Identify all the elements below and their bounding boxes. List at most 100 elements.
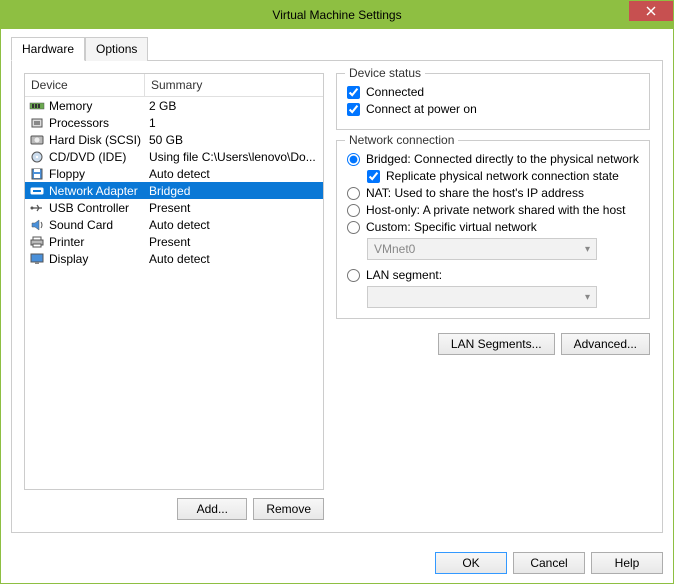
device-cell: Hard Disk (SCSI) [25, 133, 145, 147]
device-summary: Auto detect [145, 167, 323, 181]
cd-icon [29, 151, 45, 163]
titlebar: Virtual Machine Settings [1, 1, 673, 29]
device-cell: USB Controller [25, 201, 145, 215]
device-row[interactable]: Display Auto detect [25, 250, 323, 267]
disk-icon [29, 134, 45, 146]
col-header-summary[interactable]: Summary [145, 74, 323, 96]
custom-radio[interactable] [347, 221, 360, 234]
col-header-device[interactable]: Device [25, 74, 145, 96]
network-buttons: LAN Segments... Advanced... [336, 333, 650, 355]
device-summary: 1 [145, 116, 323, 130]
tab-strip: Hardware Options [11, 37, 663, 61]
device-cell: Printer [25, 235, 145, 249]
memory-icon [29, 100, 45, 112]
chevron-down-icon: ▾ [585, 244, 590, 255]
device-name: Hard Disk (SCSI) [49, 133, 141, 147]
device-name: USB Controller [49, 201, 129, 215]
device-summary: Using file C:\Users\lenovo\Do... [145, 150, 323, 164]
chevron-down-icon: ▾ [585, 292, 590, 303]
close-button[interactable] [629, 1, 673, 21]
device-status-title: Device status [345, 66, 425, 80]
display-icon [29, 253, 45, 265]
net-icon [29, 185, 45, 197]
bridged-radio[interactable] [347, 153, 360, 166]
detail-column: Device status Connected Connect at power… [336, 73, 650, 520]
device-row[interactable]: Hard Disk (SCSI) 50 GB [25, 131, 323, 148]
advanced-button[interactable]: Advanced... [561, 333, 650, 355]
nat-label: NAT: Used to share the host's IP address [366, 186, 584, 200]
device-row[interactable]: Processors 1 [25, 114, 323, 131]
lan-segment-radio[interactable] [347, 269, 360, 282]
device-name: Sound Card [49, 218, 113, 232]
device-row[interactable]: USB Controller Present [25, 199, 323, 216]
hardware-panel: Device Summary Memory2 GBProcessors1Hard… [11, 61, 663, 533]
connect-at-power-on-label: Connect at power on [366, 102, 477, 116]
content-area: Hardware Options Device Summary Memory2 … [1, 29, 673, 543]
printer-icon [29, 236, 45, 248]
device-name: Processors [49, 116, 109, 130]
add-button[interactable]: Add... [177, 498, 247, 520]
cancel-button[interactable]: Cancel [513, 552, 585, 574]
usb-icon [29, 202, 45, 214]
lan-segments-button[interactable]: LAN Segments... [438, 333, 555, 355]
lan-segment-label: LAN segment: [366, 268, 442, 282]
remove-button[interactable]: Remove [253, 498, 324, 520]
device-list: Device Summary Memory2 GBProcessors1Hard… [24, 73, 324, 490]
hostonly-label: Host-only: A private network shared with… [366, 203, 625, 217]
connected-label: Connected [366, 85, 424, 99]
sound-icon [29, 219, 45, 231]
device-cell: Network Adapter [25, 184, 145, 198]
tab-hardware[interactable]: Hardware [11, 37, 85, 61]
device-row[interactable]: Floppy Auto detect [25, 165, 323, 182]
device-summary: 2 GB [145, 99, 323, 113]
replicate-checkbox[interactable] [367, 170, 380, 183]
hostonly-radio[interactable] [347, 204, 360, 217]
device-buttons: Add... Remove [24, 498, 324, 520]
device-summary: Auto detect [145, 218, 323, 232]
cpu-icon [29, 117, 45, 129]
device-name: Display [49, 252, 88, 266]
device-cell: Sound Card [25, 218, 145, 232]
nat-radio[interactable] [347, 187, 360, 200]
device-row[interactable]: CD/DVD (IDE) Using file C:\Users\lenovo\D… [25, 148, 323, 165]
device-name: Network Adapter [49, 184, 138, 198]
device-status-group: Device status Connected Connect at power… [336, 73, 650, 130]
device-cell: Floppy [25, 167, 145, 181]
floppy-icon [29, 168, 45, 180]
device-cell: Memory [25, 99, 145, 113]
help-button[interactable]: Help [591, 552, 663, 574]
dialog-footer: OK Cancel Help [1, 543, 673, 583]
device-cell: Display [25, 252, 145, 266]
custom-network-value: VMnet0 [374, 242, 415, 256]
device-name: Printer [49, 235, 84, 249]
bridged-label: Bridged: Connected directly to the physi… [366, 152, 639, 166]
custom-network-combo: VMnet0 ▾ [367, 238, 597, 260]
connect-at-power-on-checkbox[interactable] [347, 103, 360, 116]
connected-checkbox[interactable] [347, 86, 360, 99]
device-column: Device Summary Memory2 GBProcessors1Hard… [24, 73, 324, 520]
device-row[interactable]: Printer Present [25, 233, 323, 250]
list-body: Memory2 GB Processors 1 Hard Disk (SCSI) 50 … [25, 97, 323, 267]
device-summary: Bridged [145, 184, 323, 198]
tab-options[interactable]: Options [85, 37, 148, 61]
settings-window: Virtual Machine Settings Hardware Option… [0, 0, 674, 584]
custom-label: Custom: Specific virtual network [366, 220, 537, 234]
list-header: Device Summary [25, 74, 323, 97]
device-cell: CD/DVD (IDE) [25, 150, 145, 164]
device-name: Floppy [49, 167, 85, 181]
window-title: Virtual Machine Settings [1, 8, 673, 22]
device-summary: Auto detect [145, 252, 323, 266]
lan-segment-combo: ▾ [367, 286, 597, 308]
close-icon [646, 6, 656, 16]
device-summary: Present [145, 201, 323, 215]
network-connection-title: Network connection [345, 133, 458, 147]
replicate-label: Replicate physical network connection st… [386, 169, 619, 183]
device-summary: Present [145, 235, 323, 249]
device-name: CD/DVD (IDE) [49, 150, 126, 164]
device-summary: 50 GB [145, 133, 323, 147]
ok-button[interactable]: OK [435, 552, 507, 574]
device-row[interactable]: Network Adapter Bridged [25, 182, 323, 199]
device-row[interactable]: Memory2 GB [25, 97, 323, 114]
device-row[interactable]: Sound Card Auto detect [25, 216, 323, 233]
network-connection-group: Network connection Bridged: Connected di… [336, 140, 650, 319]
